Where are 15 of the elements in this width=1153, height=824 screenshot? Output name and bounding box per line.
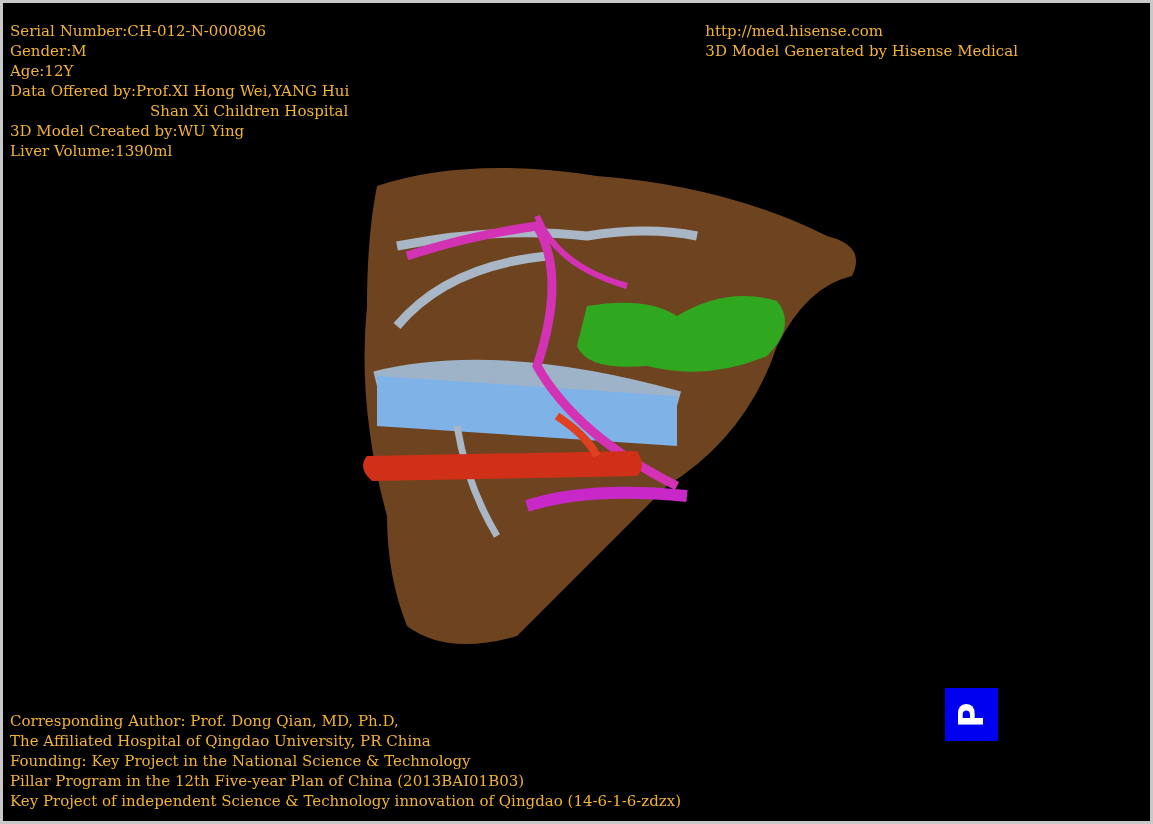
- info-text: Liver Volume:1390ml: [10, 141, 174, 161]
- info-text: 3D Model Generated by Hisense Medical: [705, 41, 1018, 61]
- info-text: Gender:M: [10, 41, 88, 61]
- info-text: Age:12Y: [10, 61, 75, 81]
- info-text: Founding: Key Project in the National Science & Technology: [10, 751, 472, 771]
- info-text: Shan Xi Children Hospital: [149, 101, 350, 121]
- info-text: Pillar Program in the 12th Five-year Plan of China (2013BAI01B03): [10, 771, 526, 791]
- info-text: 3D Model Created by:WU Ying: [10, 121, 246, 141]
- info-text: Corresponding Author: Prof. Dong Qian, MD, Ph.D,: [10, 711, 400, 731]
- orientation-marker: P: [945, 688, 998, 741]
- info-text: Key Project of independent Science & Technology innovation of Qingdao (14-6-1-6-zdzx): [10, 791, 682, 811]
- info-text: Data Offered by:Prof.XI Hong Wei,YANG Hui: [10, 81, 350, 101]
- info-text: http://med.hisense.com: [705, 21, 884, 41]
- info-text: Serial Number:CH-012-N-000896: [10, 21, 268, 41]
- info-text: The Affiliated Hospital of Qingdao University, PR China: [10, 731, 432, 751]
